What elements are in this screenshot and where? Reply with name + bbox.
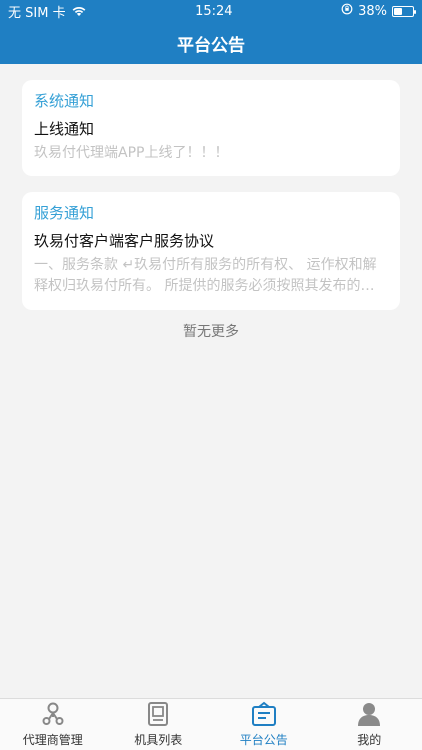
status-time: 15:24: [195, 3, 233, 19]
tab-agent-management[interactable]: 代理商管理: [0, 699, 106, 750]
battery-percent: 38%: [358, 3, 387, 19]
notice-card[interactable]: 系统通知 上线通知 玖易付代理端APP上线了！！！: [22, 80, 400, 176]
notice-title: 上线通知: [34, 120, 95, 138]
carrier-text: 无 SIM 卡: [8, 5, 66, 21]
status-right: 38%: [341, 3, 416, 19]
status-left: 无 SIM 卡: [8, 2, 87, 21]
announcement-icon: [250, 701, 278, 727]
wifi-icon: [71, 5, 87, 17]
status-bar: 无 SIM 卡 15:24 38%: [0, 0, 422, 22]
tab-bar: 代理商管理 机具列表 平台公告 我的: [0, 698, 422, 750]
tab-announcements[interactable]: 平台公告: [211, 699, 317, 750]
tab-device-list[interactable]: 机具列表: [106, 699, 212, 750]
notice-title: 玖易付客户端客户服务协议: [34, 232, 215, 250]
profile-icon: [355, 701, 383, 727]
top-bar: 无 SIM 卡 15:24 38% 平台公告: [0, 0, 422, 64]
tab-label: 平台公告: [239, 733, 288, 747]
notice-card[interactable]: 服务通知 玖易付客户端客户服务协议 一、服务条款 ↵玖易付所有服务的所有权、 运…: [22, 192, 400, 310]
tab-label: 我的: [357, 733, 382, 747]
battery-fill: [393, 7, 402, 15]
notice-body: 玖易付代理端APP上线了！！！: [34, 145, 229, 161]
device-icon: [144, 701, 172, 727]
page-title: 平台公告: [177, 35, 245, 56]
tab-profile[interactable]: 我的: [317, 699, 422, 750]
notice-body: 一、服务条款 ↵玖易付所有服务的所有权、 运作权和解释权归玖易付所有。 所提供的…: [34, 257, 377, 294]
notice-category: 系统通知: [34, 92, 95, 110]
agent-icon: [39, 701, 67, 727]
no-more-text: 暂无更多: [183, 324, 239, 340]
tab-label: 代理商管理: [22, 733, 83, 747]
orientation-lock-icon: [341, 3, 353, 19]
notice-category: 服务通知: [34, 204, 95, 222]
content-area[interactable]: 系统通知 上线通知 玖易付代理端APP上线了！！！ 服务通知 玖易付客户端客户服…: [0, 64, 422, 698]
battery-icon: [391, 5, 416, 17]
tab-label: 机具列表: [134, 733, 183, 747]
